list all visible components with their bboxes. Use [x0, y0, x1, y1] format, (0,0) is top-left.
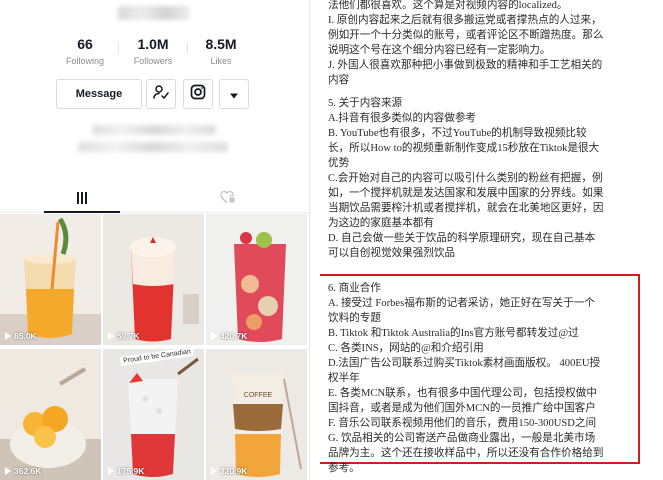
- view-count: 420.7K: [211, 331, 247, 341]
- article-line: 法他们都很喜欢。这个算是对视频内容的localized。: [328, 0, 568, 11]
- video-thumbnail[interactable]: 362.6K: [0, 349, 101, 480]
- tab-videos[interactable]: [44, 183, 120, 213]
- article-line: B. YouTube也有很多，不过YouTube的机制导致视频比较: [328, 128, 587, 139]
- play-icon: [108, 467, 114, 475]
- article-line: 参考。: [328, 463, 360, 474]
- article-line: 为这边的家庭基本都有: [328, 218, 434, 229]
- video-grid: 85.0K 59.7K 420.7K 362.6K 175.9K COFFEE …: [0, 214, 309, 480]
- more-options-button[interactable]: [219, 79, 249, 109]
- article-line: G. 饮品相关的公司寄送产品做商业露出，一般是北美市场: [328, 433, 596, 444]
- coffee-label: COFFEE: [244, 392, 273, 399]
- video-thumbnail[interactable]: 85.0K: [0, 214, 101, 345]
- view-count: 320.9K: [211, 466, 247, 476]
- section-content-sources: 5. 关于内容来源 A.抖音有很多类似的内容做参考 B. YouTube也有很多…: [328, 96, 603, 261]
- video-thumbnail[interactable]: COFFEE 320.9K: [206, 349, 307, 480]
- caret-down-icon: [229, 85, 239, 104]
- article-panel: 法他们都很喜欢。这个算是对视频内容的localized。 I. 原创内容起来之后…: [320, 0, 663, 480]
- heart-lock-icon: [220, 189, 236, 208]
- profile-panel: 66 Following 1.0M Followers 8.5M Likes M…: [0, 0, 310, 480]
- followers-label: Followers: [133, 56, 173, 66]
- following-count: 66: [77, 36, 93, 52]
- article-line: F. 音乐公司联系视频用他们的音乐，费用150-300USD之间: [328, 418, 597, 429]
- play-icon: [108, 332, 114, 340]
- article-line: A.抖音有很多类似的内容做参考: [328, 113, 477, 124]
- article-line: A. 接受过 Forbes福布斯的记者采访，她正好在写关于一个: [328, 298, 595, 309]
- section-heading: 5. 关于内容来源: [328, 98, 403, 109]
- article-line: 长，所以How to的视频重新制作变成15秒放在Tiktok是很大: [328, 143, 600, 154]
- instagram-icon: [190, 84, 206, 104]
- view-count: 85.0K: [5, 331, 37, 341]
- likes-count: 8.5M: [205, 36, 237, 52]
- section-business-cooperation: 6. 商业合作 A. 接受过 Forbes福布斯的记者采访，她正好在写关于一个 …: [328, 281, 603, 476]
- article-line: 权半年: [328, 373, 360, 384]
- article-line: C. 各类INS，网站的@和介绍引用: [328, 343, 484, 354]
- video-thumbnail[interactable]: 59.7K: [103, 214, 204, 345]
- followers-count: 1.0M: [137, 36, 169, 52]
- article-line: C.会开始对自己的内容可以吸引什么类别的粉丝有把握，例: [328, 173, 603, 184]
- article-line: 当期饮品需要榨汁机或者搅拌机，就会在北美地区更好，因: [328, 203, 604, 214]
- article-line: D.法国广告公司联系过购买Tiktok素材画面版权。 400EU授: [328, 358, 601, 369]
- tab-liked[interactable]: [190, 183, 266, 213]
- article-line: B. Tiktok 和Tiktok Australia的Ins官方账号都转发过@…: [328, 328, 579, 339]
- play-icon: [5, 332, 11, 340]
- following-stat[interactable]: 66 Following: [50, 36, 120, 66]
- article-line: I. 原创内容起来之后就有很多搬运党或者撑热点的人过来，: [328, 15, 602, 26]
- article-line: 例如开一个十分类似的账号，或者评论区不断蹭热度。那么: [328, 30, 604, 41]
- followers-stat[interactable]: 1.0M Followers: [118, 36, 188, 66]
- section-heading: 6. 商业合作: [328, 283, 381, 294]
- blurred-username: [118, 6, 190, 20]
- article-line: 如，一个搅拌机就是发达国家和发展中国家的分界线。如果: [328, 188, 604, 199]
- video-thumbnail[interactable]: 175.9K: [103, 349, 204, 480]
- article-line: 优势: [328, 158, 350, 169]
- article-line: E. 各类MCN联系，也有很多中国代理公司，包括授权做中: [328, 388, 597, 399]
- blurred-bio-line: [92, 125, 216, 135]
- play-icon: [211, 467, 217, 475]
- article-line: 品牌为主。这个还在接收样品中，所以还没有合作价格给到: [328, 448, 604, 459]
- video-thumbnail[interactable]: 420.7K: [206, 214, 307, 345]
- profile-tabs: [0, 183, 309, 213]
- article-line: 饮料的专题: [328, 313, 381, 324]
- view-count: 175.9K: [108, 466, 144, 476]
- article-line: 说明这个号在这个细分内容已经有一定影响力。: [328, 45, 551, 56]
- instagram-button[interactable]: [183, 79, 213, 109]
- article-line: 国抖音，或者是成为他们国外MCN的一员推广给中国客户: [328, 403, 596, 414]
- following-label: Following: [65, 56, 105, 66]
- article-line: 内容: [328, 75, 350, 86]
- view-count: 59.7K: [108, 331, 140, 341]
- likes-stat: 8.5M Likes: [186, 36, 256, 66]
- play-icon: [5, 467, 11, 475]
- article-line: J. 外国人很喜欢那种把小事做到极致的精神和手工艺相关的: [328, 60, 603, 71]
- likes-label: Likes: [210, 56, 232, 66]
- blurred-bio-line: [78, 142, 228, 152]
- follow-button[interactable]: [146, 79, 176, 109]
- article-intro: 法他们都很喜欢。这个算是对视频内容的localized。 I. 原创内容起来之后…: [328, 0, 603, 88]
- active-tab-indicator: [44, 211, 120, 213]
- play-icon: [211, 332, 217, 340]
- view-count: 362.6K: [5, 466, 41, 476]
- message-button[interactable]: Message: [56, 79, 142, 109]
- user-follow-icon: [153, 84, 169, 104]
- article-line: D. 自己会做一些关于饮品的科学原理研究，现在自己基本: [328, 233, 596, 244]
- article-line: 可以自创视觉效果强烈饮品: [328, 248, 456, 259]
- grid-icon: [76, 189, 88, 208]
